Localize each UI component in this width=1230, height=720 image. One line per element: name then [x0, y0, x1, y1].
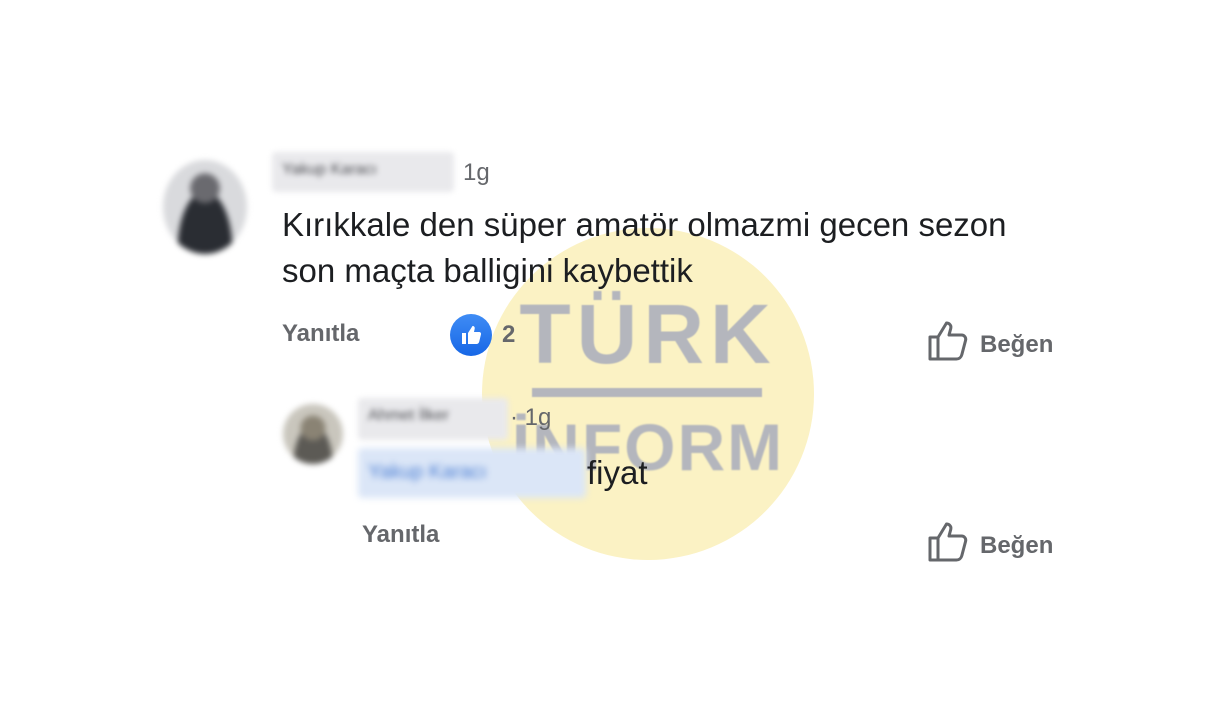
like-button-label: Beğen — [980, 531, 1054, 559]
thumbs-up-icon — [926, 519, 972, 572]
reply-text: fiyat — [587, 454, 648, 491]
reply-comment: Ahmet İlker · 1g Yakup Karacı fiyat Yanı… — [0, 0, 1230, 720]
reply-author-name[interactable]: Ahmet İlker — [358, 398, 508, 440]
reply-button[interactable]: Yanıtla — [362, 521, 439, 549]
screenshot-canvas: TÜRK İNFORM Yakup Karacı 1g Kırıkkale de… — [0, 0, 1230, 720]
avatar[interactable] — [283, 404, 343, 464]
like-button[interactable]: Beğen — [926, 519, 1053, 572]
mention-tag[interactable]: Yakup Karacı — [358, 448, 586, 498]
reply-timestamp: · 1g — [510, 404, 552, 431]
